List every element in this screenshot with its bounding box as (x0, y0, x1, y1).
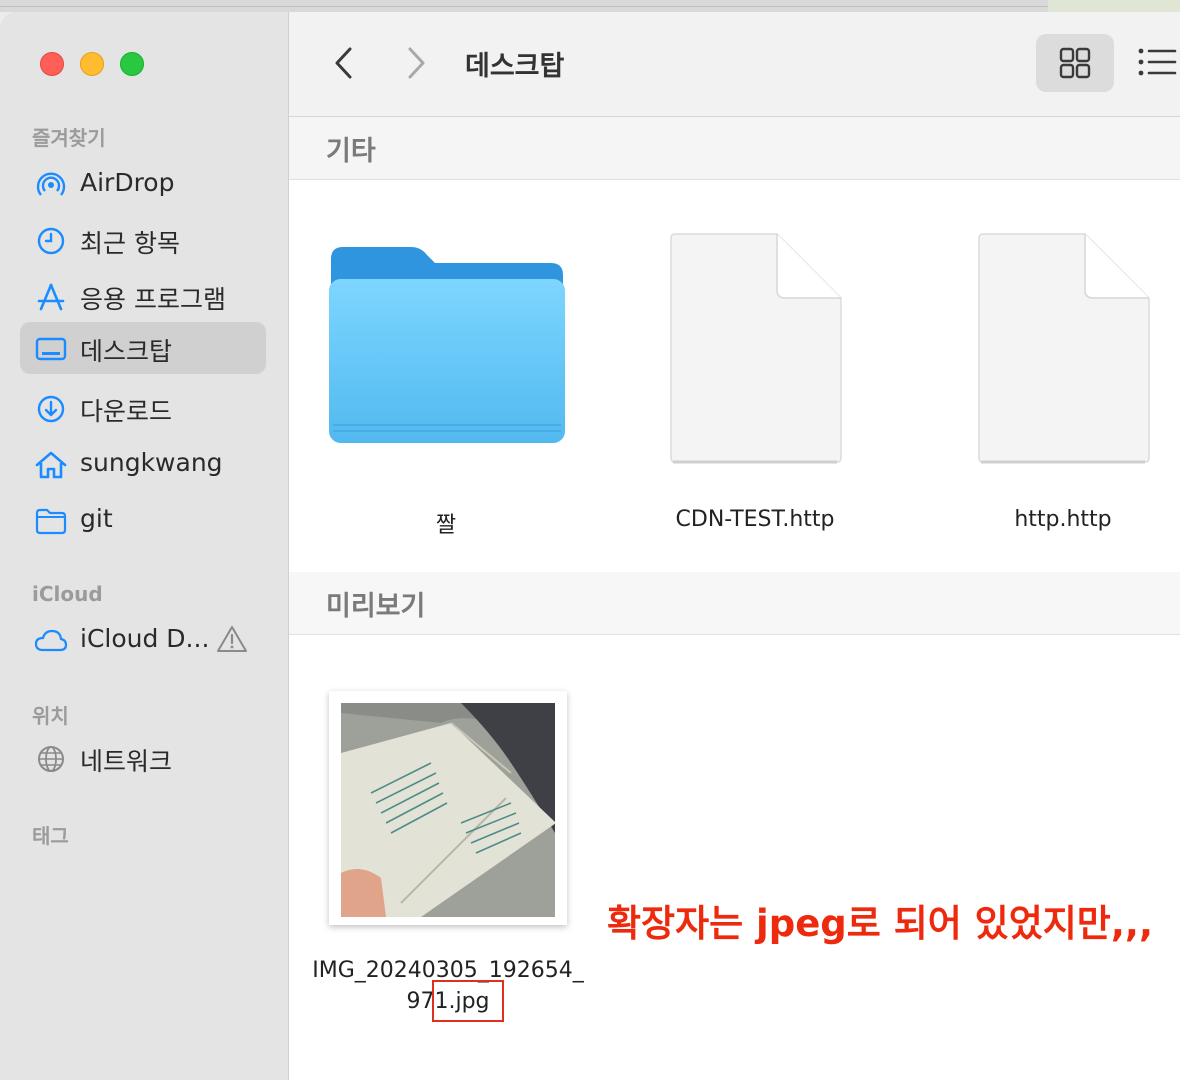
sidebar-section-tags: 태그 (32, 824, 69, 848)
sidebar-item-label: 네트워크 (80, 747, 173, 776)
warning-icon (217, 626, 247, 652)
folder-icon (329, 247, 565, 443)
sidebar-item-recents[interactable]: 최근 항목 (20, 214, 266, 266)
window-title: 데스크탑 (465, 51, 565, 82)
list-view-icon[interactable] (1137, 46, 1177, 78)
file-name: 짤 (435, 513, 457, 538)
chevron-left-icon[interactable] (329, 44, 359, 82)
close-button[interactable] (40, 52, 64, 76)
file-item-document[interactable] (667, 232, 843, 468)
sidebar-item-label: 응용 프로그램 (80, 285, 226, 314)
strip-divider (0, 6, 1050, 7)
annotation-text: 확장자는 jpeg로 되어 있었지만,,, (607, 902, 1153, 945)
sidebar-item-network[interactable]: 네트워크 (20, 732, 266, 784)
minimize-button[interactable] (80, 52, 104, 76)
cloud-icon (34, 629, 68, 652)
sidebar-item-label: 최근 항목 (80, 229, 180, 258)
group-header-preview: 미리보기 (289, 572, 1180, 635)
sidebar-item-label: iCloud D... (80, 624, 210, 653)
group-header-other: 기타 (289, 117, 1180, 180)
file-item-document[interactable] (975, 232, 1151, 468)
sidebar-item-home[interactable]: sungkwang (20, 438, 266, 490)
download-icon (37, 395, 65, 423)
file-name: CDN-TEST.http (675, 507, 835, 532)
sidebar-item-label: 다운로드 (80, 397, 173, 426)
sidebar-item-airdrop[interactable]: AirDrop (20, 158, 266, 210)
background-window-strip (0, 0, 1180, 12)
background-window-edge (1048, 0, 1180, 12)
applications-icon (37, 283, 65, 311)
file-item-image[interactable] (329, 691, 567, 925)
sidebar-section-favorites: 즐겨찾기 (32, 126, 106, 150)
sidebar-item-label: AirDrop (80, 168, 175, 197)
document-icon (670, 233, 842, 464)
file-name: http.http (1014, 507, 1112, 532)
sidebar-item-applications[interactable]: 응용 프로그램 (20, 270, 266, 322)
document-icon (978, 233, 1150, 464)
clock-icon (37, 227, 65, 255)
airdrop-icon (36, 172, 66, 196)
sidebar-item-desktop[interactable]: 데스크탑 (20, 322, 266, 374)
sidebar-item-icloud-drive[interactable]: iCloud D... (20, 614, 266, 666)
sidebar-item-label: git (80, 504, 113, 533)
sidebar: 즐겨찾기 AirDrop 최근 항목 응용 프로그램 데스크탑 다운로드 sun… (0, 12, 289, 1080)
grid-view-button[interactable] (1036, 34, 1114, 92)
sidebar-section-icloud: iCloud (32, 582, 103, 606)
sidebar-item-label: sungkwang (80, 448, 223, 477)
network-icon (38, 746, 64, 772)
folder-icon (35, 508, 67, 535)
grid-view-icon (1059, 47, 1091, 79)
group-title: 기타 (326, 136, 376, 167)
sidebar-item-git[interactable]: git (20, 494, 266, 546)
photo-thumbnail (341, 703, 555, 917)
sidebar-section-locations: 위치 (32, 704, 69, 728)
sidebar-item-label: 데스크탑 (80, 337, 173, 366)
zoom-button[interactable] (120, 52, 144, 76)
home-icon (35, 451, 67, 479)
group-title: 미리보기 (326, 591, 426, 622)
annotation-highlight-box (432, 980, 504, 1022)
chevron-right-icon[interactable] (401, 44, 431, 82)
desktop-icon (35, 337, 67, 361)
file-item-folder[interactable] (325, 245, 567, 455)
toolbar: 데스크탑 (289, 12, 1180, 117)
sidebar-item-downloads[interactable]: 다운로드 (20, 382, 266, 434)
